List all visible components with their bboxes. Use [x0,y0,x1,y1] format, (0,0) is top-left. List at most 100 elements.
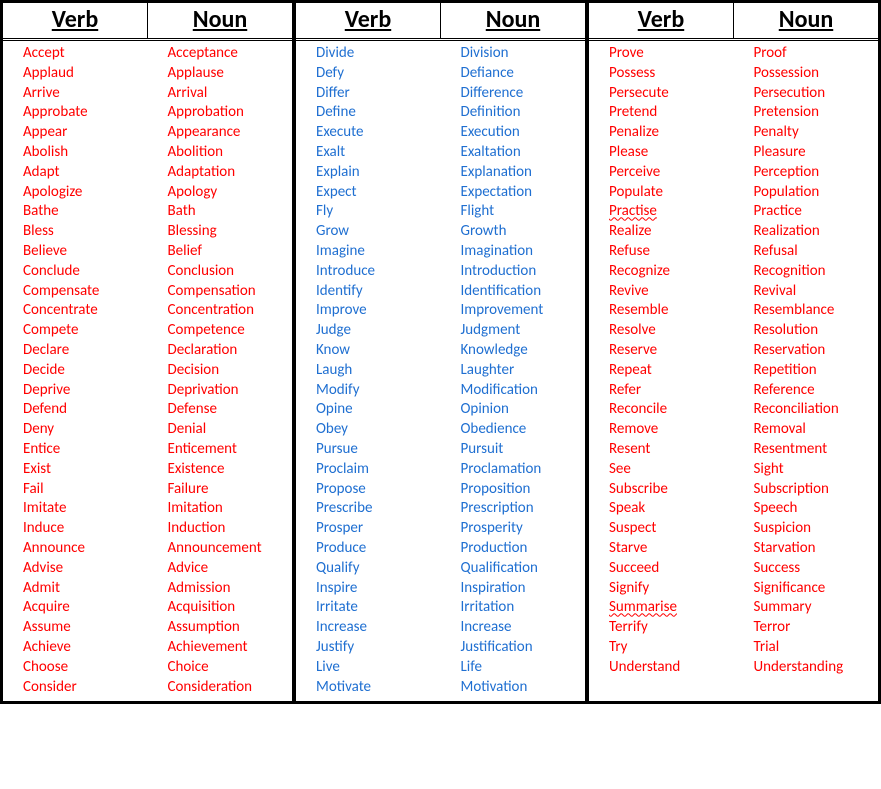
table-row: ExecuteExecution [296,123,585,143]
table-row: ApprobateApprobation [3,103,292,123]
verb-cell: Signify [589,579,734,599]
noun-cell: Expectation [441,183,586,203]
noun-cell: Achievement [148,638,293,658]
verb-cell: Populate [589,183,734,203]
noun-cell: Starvation [734,539,879,559]
table-row: KnowKnowledge [296,341,585,361]
verb-cell: Know [296,341,441,361]
noun-cell: Identification [441,282,586,302]
noun-cell: Deprivation [148,381,293,401]
table-row: LaughLaughter [296,361,585,381]
verb-cell: Proclaim [296,460,441,480]
table-row: ObeyObedience [296,420,585,440]
noun-cell: Resemblance [734,301,879,321]
verb-cell: Compete [3,321,148,341]
table-row: AcceptAcceptance [3,44,292,64]
noun-cell: Motivation [441,678,586,698]
verb-cell: Fly [296,202,441,222]
table-row: BlessBlessing [3,222,292,242]
table-row: UnderstandUnderstanding [589,658,878,678]
verb-cell: Produce [296,539,441,559]
table-row: InspireInspiration [296,579,585,599]
verb-cell: Speak [589,499,734,519]
verb-cell: Bless [3,222,148,242]
table-row: ProsperProsperity [296,519,585,539]
table-row: PerceivePerception [589,163,878,183]
verb-cell: Induce [3,519,148,539]
table-row: DecideDecision [3,361,292,381]
table-row: TryTrial [589,638,878,658]
verb-cell: Concentrate [3,301,148,321]
noun-cell: Speech [734,499,879,519]
verb-cell: Starve [589,539,734,559]
table-row: ConcludeConclusion [3,262,292,282]
verb-cell: Deprive [3,381,148,401]
verb-cell: Propose [296,480,441,500]
verb-cell: Apologize [3,183,148,203]
column-1: VerbNounDivideDivisionDefyDefianceDiffer… [293,0,586,704]
noun-cell: Appearance [148,123,293,143]
table-row: EnticeEnticement [3,440,292,460]
verb-cell: Please [589,143,734,163]
verb-cell: Refuse [589,242,734,262]
noun-cell: Division [441,44,586,64]
noun-cell: Adaptation [148,163,293,183]
noun-cell: Prosperity [441,519,586,539]
noun-cell: Proclamation [441,460,586,480]
verb-cell: Defy [296,64,441,84]
noun-cell: Significance [734,579,879,599]
verb-cell: Consider [3,678,148,698]
table-row: ReviveRevival [589,282,878,302]
table-row: ImagineImagination [296,242,585,262]
noun-cell: Reference [734,381,879,401]
verb-cell: Persecute [589,84,734,104]
verb-cell: Fail [3,480,148,500]
noun-cell: Denial [148,420,293,440]
verb-cell: Introduce [296,262,441,282]
noun-cell: Modification [441,381,586,401]
table-row: AdaptAdaptation [3,163,292,183]
verb-cell: Declare [3,341,148,361]
table-row: DefyDefiance [296,64,585,84]
verb-cell: See [589,460,734,480]
noun-cell: Defiance [441,64,586,84]
noun-cell: Judgment [441,321,586,341]
table-row: DepriveDeprivation [3,381,292,401]
verb-cell: Resent [589,440,734,460]
verb-cell: Imitate [3,499,148,519]
table-row: JudgeJudgment [296,321,585,341]
noun-cell: Explanation [441,163,586,183]
noun-cell: Production [441,539,586,559]
verb-cell: Perceive [589,163,734,183]
column-header: VerbNoun [296,3,585,41]
verb-cell: Applaud [3,64,148,84]
noun-cell: Terror [734,618,879,638]
noun-cell: Obedience [441,420,586,440]
table-row: ResembleResemblance [589,301,878,321]
verb-cell: Adapt [3,163,148,183]
table-row: ApologizeApology [3,183,292,203]
noun-cell: Possession [734,64,879,84]
verb-cell: Deny [3,420,148,440]
verb-cell: Suspect [589,519,734,539]
table-row: ReserveReservation [589,341,878,361]
table-row: RepeatRepetition [589,361,878,381]
table-row: ReconcileReconciliation [589,400,878,420]
noun-cell: Blessing [148,222,293,242]
verb-cell: Recognize [589,262,734,282]
noun-cell: Knowledge [441,341,586,361]
table-wrapper: VerbNounAcceptAcceptanceApplaudApplauseA… [0,0,881,704]
table-row: RealizeRealization [589,222,878,242]
table-row: ProduceProduction [296,539,585,559]
verb-cell: Reconcile [589,400,734,420]
noun-cell: Approbation [148,103,293,123]
noun-cell: Practice [734,202,879,222]
verb-cell: Modify [296,381,441,401]
table-row: IntroduceIntroduction [296,262,585,282]
noun-cell: Penalty [734,123,879,143]
table-row: PopulatePopulation [589,183,878,203]
verb-cell: Exist [3,460,148,480]
verb-cell: Revive [589,282,734,302]
table-row: TerrifyTerror [589,618,878,638]
noun-cell: Resentment [734,440,879,460]
